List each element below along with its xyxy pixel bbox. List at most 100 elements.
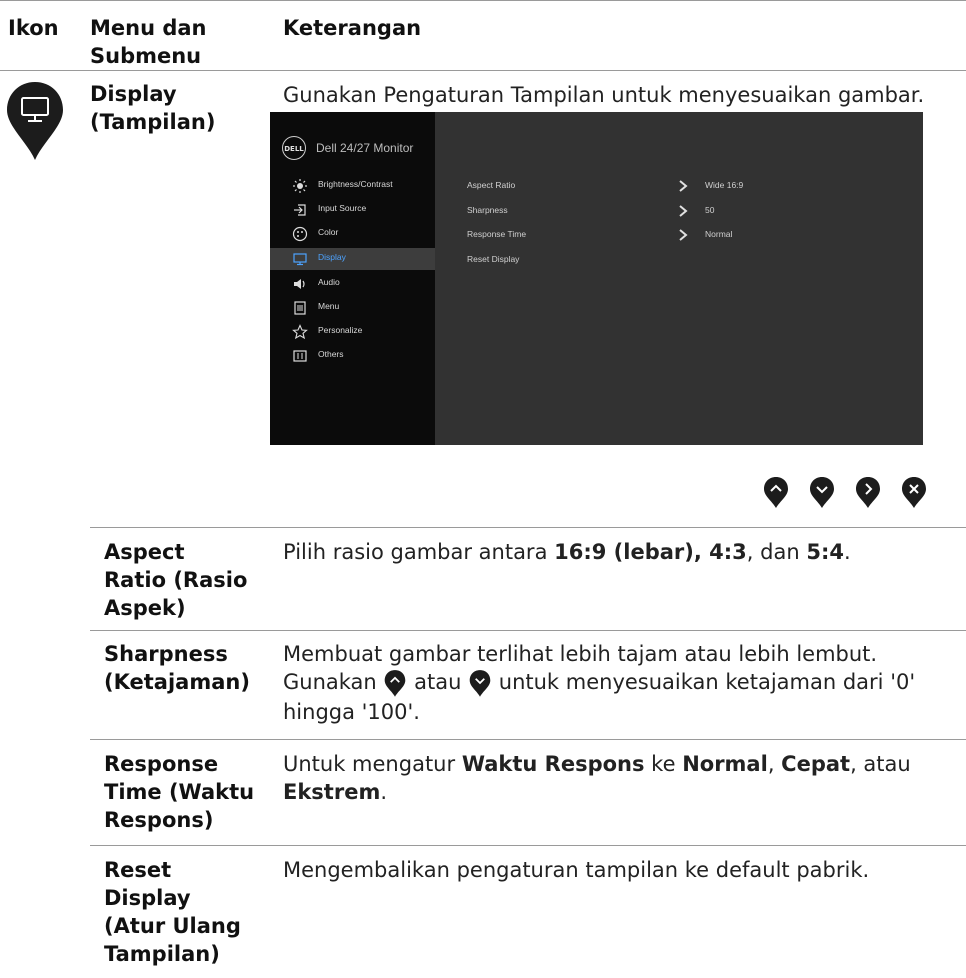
display-label-line1: Display: [90, 82, 177, 106]
desc-part: .: [843, 540, 851, 564]
osd-item-personalize[interactable]: Personalize: [270, 321, 435, 343]
osd-item-label: Display: [318, 252, 346, 262]
label-line: Respons): [104, 808, 214, 832]
desc-bold: Cepat: [781, 752, 851, 776]
osd-setting-aspect-ratio[interactable]: Aspect Ratio: [467, 180, 515, 190]
up-icon: [385, 670, 406, 697]
osd-title: Dell 24/27 Monitor: [316, 141, 414, 155]
rule-before-aspect: [90, 527, 966, 528]
desc-part: , atau: [850, 752, 911, 776]
label-line: Reset: [104, 858, 172, 882]
display-icon: [293, 253, 307, 266]
desc-line: hingga '100'.: [283, 700, 420, 724]
close-icon[interactable]: [900, 475, 928, 509]
osd-setting-reset-display[interactable]: Reset Display: [467, 254, 519, 264]
label-line: Display: [104, 886, 191, 910]
osd-item-menu[interactable]: Menu: [270, 297, 435, 319]
input-source-icon: [294, 204, 306, 216]
osd-value-response-time: Normal: [705, 229, 733, 239]
up-icon[interactable]: [762, 475, 790, 509]
osd-item-brightness[interactable]: Brightness/Contrast: [270, 175, 435, 197]
response-time-description: Untuk mengatur Waktu Respons ke Normal , …: [283, 750, 953, 806]
desc-line: Membuat gambar terlihat lebih tajam atau…: [283, 642, 878, 666]
desc-part: , dan: [746, 540, 807, 564]
osd-item-label: Audio: [318, 277, 340, 287]
header-desc-col: Keterangan: [283, 16, 422, 40]
desc-part: Gunakan: [283, 670, 377, 694]
desc-bold: 5:4: [806, 540, 844, 564]
osd-setting-response-time[interactable]: Response Time: [467, 229, 526, 239]
brightness-icon: [293, 179, 307, 193]
label-line: Aspect: [104, 540, 185, 564]
osd-screen: DELL Dell 24/27 Monitor Brightness/Contr…: [270, 112, 923, 445]
reset-display-description: Mengembalikan pengaturan tampilan ke def…: [283, 858, 870, 882]
monitor-icon: [7, 82, 63, 160]
desc-bold: 16:9 (lebar), 4:3: [554, 540, 747, 564]
response-time-label: Response Time (Waktu Respons): [104, 750, 284, 834]
header-rule: [0, 70, 966, 71]
desc-part: .: [380, 780, 388, 804]
down-icon[interactable]: [808, 475, 836, 509]
aspect-ratio-description: Pilih rasio gambar antara 16:9 (lebar), …: [283, 538, 851, 566]
desc-line: Ekstrem.: [283, 778, 953, 806]
osd-item-label: Others: [318, 349, 344, 359]
down-icon: [469, 670, 491, 697]
audio-icon: [294, 279, 305, 289]
label-line: Sharpness: [104, 642, 228, 666]
desc-part: ke: [644, 752, 683, 776]
aspect-ratio-label: Aspect Ratio (Rasio Aspek): [104, 538, 284, 622]
rule-before-response: [90, 739, 966, 740]
desc-part: atau: [414, 670, 462, 694]
label-line: Aspek): [104, 596, 186, 620]
desc-part: Pilih rasio gambar antara: [283, 540, 555, 564]
rule-before-sharpness: [90, 630, 966, 631]
color-icon: [292, 226, 308, 242]
top-rule: [0, 0, 966, 1]
display-label-line2: (Tampilan): [90, 110, 216, 134]
desc-bold: Ekstrem: [283, 780, 381, 804]
header-icon-col: Ikon: [8, 16, 59, 40]
desc-bold: Normal: [682, 752, 768, 776]
rule-before-reset: [90, 845, 966, 846]
osd-item-input-source[interactable]: Input Source: [270, 199, 435, 221]
menu-icon: [294, 301, 306, 315]
osd-item-audio[interactable]: Audio: [270, 273, 435, 295]
label-line: Time (Waktu: [104, 780, 255, 804]
osd-item-label: Menu: [318, 301, 340, 311]
osd-item-label: Brightness/Contrast: [318, 179, 393, 189]
reset-display-label: Reset Display (Atur Ulang Tampilan): [104, 856, 284, 968]
osd-item-others[interactable]: Others: [270, 345, 435, 367]
osd-item-color[interactable]: Color: [270, 223, 435, 245]
label-line: Response: [104, 752, 219, 776]
osd-menu-panel: DELL Dell 24/27 Monitor Brightness/Contr…: [270, 112, 435, 445]
label-line: Tampilan): [104, 942, 220, 966]
star-icon: [292, 324, 308, 340]
osd-value-sharpness: 50: [705, 205, 715, 215]
chevron-right-icon: [679, 229, 688, 241]
osd-item-display[interactable]: Display: [270, 248, 435, 270]
right-icon[interactable]: [854, 475, 882, 509]
label-line: (Atur Ulang: [104, 914, 241, 938]
desc-line: Gunakan atau untuk menyesuaikan ketajama…: [283, 668, 953, 698]
osd-value-aspect-ratio: Wide 16:9: [705, 180, 744, 190]
desc-line: Untuk mengatur Waktu Respons ke Normal , …: [283, 750, 953, 778]
desc-part: untuk menyesuaikan ketajaman dari '0': [498, 670, 916, 694]
osd-settings-panel: [435, 112, 923, 445]
dell-logo: DELL: [282, 136, 306, 160]
desc-bold: Waktu Respons: [461, 752, 645, 776]
osd-item-label: Personalize: [318, 325, 363, 335]
header-menu-col: Menu dan Submenu: [90, 16, 207, 68]
display-label: Display (Tampilan): [90, 80, 270, 136]
label-line: Ratio (Rasio: [104, 568, 248, 592]
osd-setting-sharpness[interactable]: Sharpness: [467, 205, 508, 215]
chevron-right-icon: [679, 205, 688, 217]
label-line: (Ketajaman): [104, 670, 250, 694]
sharpness-label: Sharpness (Ketajaman): [104, 640, 284, 696]
others-icon: [293, 350, 307, 362]
osd-item-label: Color: [318, 227, 339, 237]
desc-part: Untuk mengatur: [283, 752, 462, 776]
osd-item-label: Input Source: [318, 203, 367, 213]
desc-part: ,: [767, 752, 782, 776]
chevron-right-icon: [679, 180, 688, 192]
display-description: Gunakan Pengaturan Tampilan untuk menyes…: [283, 83, 925, 107]
